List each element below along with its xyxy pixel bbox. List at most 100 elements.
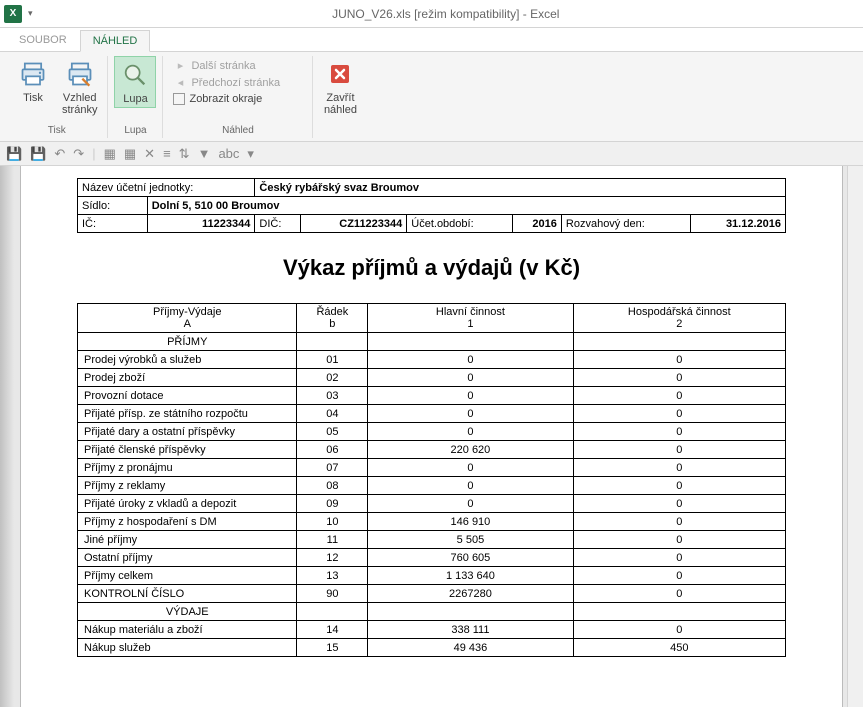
page-layout-button[interactable]: Vzhled stránky xyxy=(58,56,101,118)
economic-activity-value: 0 xyxy=(573,549,785,567)
zoom-button[interactable]: Lupa xyxy=(114,56,156,108)
close-preview-button[interactable]: Zavřít náhled xyxy=(319,56,361,118)
economic-activity-value: 0 xyxy=(573,621,785,639)
print-button[interactable]: Tisk xyxy=(12,56,54,106)
ribbon-group-close: Zavřít náhled xyxy=(313,56,367,138)
row-number: 10 xyxy=(297,513,368,531)
table-row: Sídlo: Dolní 5, 510 00 Broumov xyxy=(78,197,786,215)
row-number: 15 xyxy=(297,639,368,657)
group-label-print: Tisk xyxy=(12,123,101,138)
economic-activity-value: 0 xyxy=(573,585,785,603)
main-activity-value: 5 505 xyxy=(368,531,573,549)
main-activity-value: 49 436 xyxy=(368,639,573,657)
table-row: Provozní dotace0300 xyxy=(78,387,786,405)
table-row: Ostatní příjmy12760 6050 xyxy=(78,549,786,567)
table-row: Nákup služeb1549 436450 xyxy=(78,639,786,657)
economic-activity-value: 0 xyxy=(573,513,785,531)
balance-day-label: Rozvahový den: xyxy=(561,215,691,233)
economic-activity-value: 0 xyxy=(573,441,785,459)
row-label: Jiné příjmy xyxy=(78,531,297,549)
period-value: 2016 xyxy=(512,215,561,233)
table-row: Příjmy celkem131 133 6400 xyxy=(78,567,786,585)
table-row: Příjmy z pronájmu0700 xyxy=(78,459,786,477)
row-number: 09 xyxy=(297,495,368,513)
close-preview-label: Zavřít náhled xyxy=(324,92,357,116)
seat-label: Sídlo: xyxy=(78,197,148,215)
title-bar: X ▾ JUNO_V26.xls [režim kompatibility] -… xyxy=(0,0,863,28)
row-label: Nákup služeb xyxy=(78,639,297,657)
show-margins-label: Zobrazit okraje xyxy=(189,93,262,105)
ribbon-group-zoom: Lupa Lupa xyxy=(108,56,163,138)
main-activity-value: 0 xyxy=(368,387,573,405)
row-number: 03 xyxy=(297,387,368,405)
qat-border-icon[interactable]: ▦ xyxy=(104,146,116,162)
qat-sort-icon[interactable]: ⇅ xyxy=(179,146,190,162)
row-label: Příjmy z pronájmu xyxy=(78,459,297,477)
income-expense-table: Příjmy-VýdajeA Řádekb Hlavní činnost1 Ho… xyxy=(77,303,786,657)
col-b-header: Řádekb xyxy=(297,304,368,333)
row-number: 90 xyxy=(297,585,368,603)
name-label: Název účetní jednotky: xyxy=(78,179,255,197)
qat-strike-icon[interactable]: abc xyxy=(218,146,239,161)
print-preview-area: Název účetní jednotky: Český rybářský sv… xyxy=(0,166,863,707)
table-row: Přijaté členské příspěvky06220 6200 xyxy=(78,441,786,459)
show-margins-checkbox[interactable]: Zobrazit okraje xyxy=(169,92,284,106)
economic-activity-value: 0 xyxy=(573,387,785,405)
row-label: Příjmy z reklamy xyxy=(78,477,297,495)
row-number: 08 xyxy=(297,477,368,495)
row-number: 02 xyxy=(297,369,368,387)
main-activity-value: 0 xyxy=(368,423,573,441)
group-label-preview: Náhled xyxy=(169,123,306,138)
balance-day-value: 31.12.2016 xyxy=(691,215,786,233)
main-activity-value: 760 605 xyxy=(368,549,573,567)
economic-activity-value: 0 xyxy=(573,477,785,495)
main-activity-value: 220 620 xyxy=(368,441,573,459)
next-page-button[interactable]: ▸ Další stránka xyxy=(169,58,284,73)
row-number: 07 xyxy=(297,459,368,477)
dic-label: DIČ: xyxy=(255,215,301,233)
report-header-table: Název účetní jednotky: Český rybářský sv… xyxy=(77,178,786,233)
prev-page-icon: ◂ xyxy=(173,76,187,89)
col-2-header: Hospodářská činnost2 xyxy=(573,304,785,333)
economic-activity-value: 0 xyxy=(573,567,785,585)
qat-undo-icon[interactable]: ↶ xyxy=(54,146,65,162)
empty-cell xyxy=(297,333,368,351)
qat-more-icon[interactable]: ▾ xyxy=(247,146,254,162)
section-row: PŘÍJMY xyxy=(78,333,786,351)
table-header-row: Příjmy-VýdajeA Řádekb Hlavní činnost1 Ho… xyxy=(78,304,786,333)
main-activity-value: 0 xyxy=(368,405,573,423)
row-number: 12 xyxy=(297,549,368,567)
qat-border2-icon[interactable]: ▦ xyxy=(124,146,136,162)
empty-cell xyxy=(573,333,785,351)
qat-saveas-icon[interactable]: 💾 xyxy=(30,146,46,162)
main-activity-value: 0 xyxy=(368,459,573,477)
main-activity-value: 0 xyxy=(368,351,573,369)
name-value: Český rybářský svaz Broumov xyxy=(255,179,786,197)
table-row: Nákup materiálu a zboží14338 1110 xyxy=(78,621,786,639)
economic-activity-value: 0 xyxy=(573,351,785,369)
row-number: 06 xyxy=(297,441,368,459)
row-number: 13 xyxy=(297,567,368,585)
tab-file[interactable]: SOUBOR xyxy=(6,29,80,51)
magnifier-icon xyxy=(119,59,151,91)
ic-label: IČ: xyxy=(78,215,148,233)
row-label: KONTROLNÍ ČÍSLO xyxy=(78,585,297,603)
qat-save-icon[interactable]: 💾 xyxy=(6,146,22,162)
row-label: Příjmy z hospodaření s DM xyxy=(78,513,297,531)
next-page-icon: ▸ xyxy=(173,59,187,72)
vertical-scrollbar[interactable] xyxy=(847,166,863,707)
row-number: 05 xyxy=(297,423,368,441)
economic-activity-value: 0 xyxy=(573,405,785,423)
empty-cell xyxy=(573,603,785,621)
economic-activity-value: 0 xyxy=(573,369,785,387)
row-label: Prodej zboží xyxy=(78,369,297,387)
report-title: Výkaz příjmů a výdajů (v Kč) xyxy=(77,255,786,281)
qat-deleterow-icon[interactable]: ✕ xyxy=(144,146,155,162)
table-row: Příjmy z reklamy0800 xyxy=(78,477,786,495)
qat-filter-icon[interactable]: ▼ xyxy=(198,146,211,161)
prev-page-button[interactable]: ◂ Předchozí stránka xyxy=(169,75,284,90)
qat-insertrow-icon[interactable]: ≡ xyxy=(163,146,171,161)
tab-preview[interactable]: NÁHLED xyxy=(80,30,151,52)
qat-redo-icon[interactable]: ↷ xyxy=(73,146,84,162)
row-label: Příjmy celkem xyxy=(78,567,297,585)
